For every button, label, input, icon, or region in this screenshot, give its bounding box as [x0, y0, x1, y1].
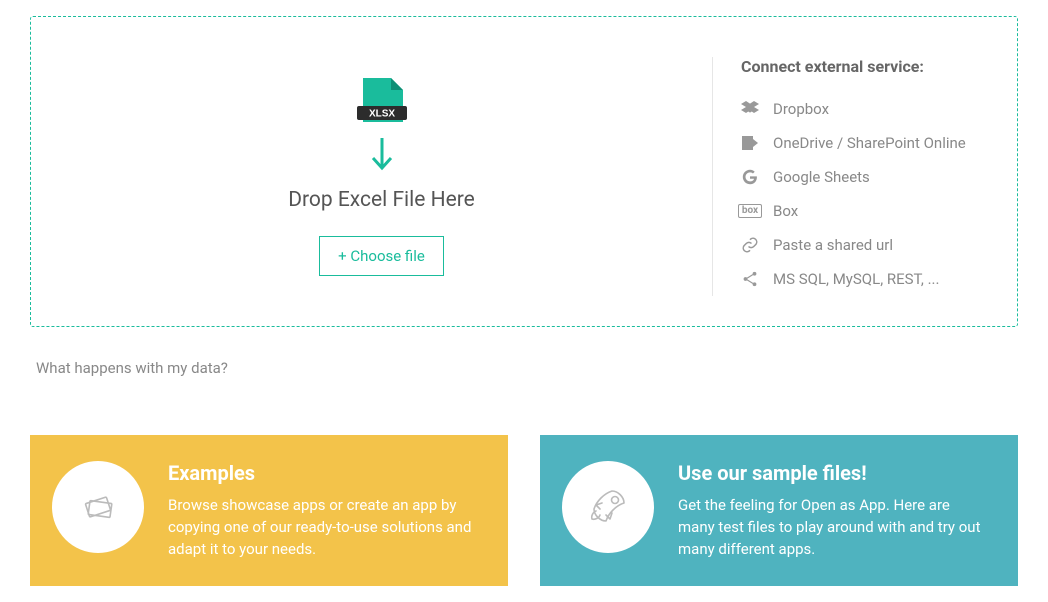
samples-card[interactable]: Use our sample files! Get the feeling fo… [540, 435, 1018, 586]
service-databases[interactable]: MS SQL, MySQL, REST, ... [741, 262, 997, 296]
service-label: MS SQL, MySQL, REST, ... [773, 270, 939, 288]
drop-area[interactable]: XLSX Drop Excel File Here + Choose file [51, 57, 712, 296]
service-label: Google Sheets [773, 168, 870, 186]
dropzone[interactable]: XLSX Drop Excel File Here + Choose file … [30, 16, 1018, 327]
rocket-icon [562, 461, 654, 553]
samples-body: Get the feeling for Open as App. Here ar… [678, 495, 990, 560]
choose-file-button[interactable]: + Choose file [319, 236, 444, 276]
examples-body: Browse showcase apps or create an app by… [168, 495, 480, 560]
service-label: Box [773, 202, 798, 220]
examples-icon [52, 461, 144, 553]
box-icon: box [741, 202, 759, 220]
svg-text:XLSX: XLSX [368, 108, 394, 119]
service-google-sheets[interactable]: Google Sheets [741, 160, 997, 194]
service-box[interactable]: box Box [741, 194, 997, 228]
services-title: Connect external service: [741, 57, 997, 76]
service-label: Dropbox [773, 100, 829, 118]
service-dropbox[interactable]: Dropbox [741, 92, 997, 126]
examples-title: Examples [168, 461, 480, 485]
arrow-down-icon [370, 136, 394, 174]
data-question-link[interactable]: What happens with my data? [36, 359, 1018, 377]
samples-title: Use our sample files! [678, 461, 990, 485]
service-paste-url[interactable]: Paste a shared url [741, 228, 997, 262]
xlsx-file-icon: XLSX [357, 78, 407, 174]
google-icon [741, 168, 759, 186]
external-services: Connect external service: Dropbox OneDri… [712, 57, 997, 296]
examples-card[interactable]: Examples Browse showcase apps or create … [30, 435, 508, 586]
service-label: Paste a shared url [773, 236, 893, 254]
service-onedrive[interactable]: OneDrive / SharePoint Online [741, 126, 997, 160]
drop-title: Drop Excel File Here [288, 188, 475, 212]
share-icon [741, 270, 759, 288]
link-icon [741, 236, 759, 254]
onedrive-icon [741, 134, 759, 152]
service-label: OneDrive / SharePoint Online [773, 134, 966, 152]
dropbox-icon [741, 100, 759, 118]
cards-row: Examples Browse showcase apps or create … [30, 435, 1018, 586]
